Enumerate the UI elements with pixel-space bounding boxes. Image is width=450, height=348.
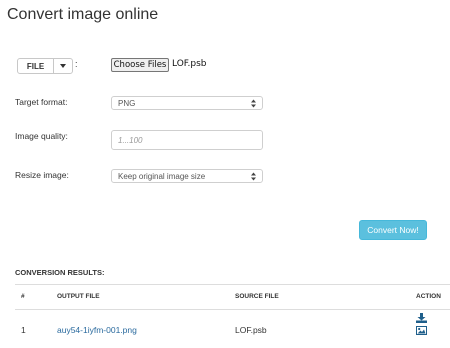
caret-down-icon <box>60 64 66 68</box>
source-dropdown-toggle[interactable] <box>54 59 72 73</box>
output-file-link[interactable]: auy54-1iyfm-001.png <box>57 325 137 335</box>
table-row: 1 auy54-1iyfm-001.png LOF.psb <box>15 310 450 348</box>
image-quality-placeholder: 1...100 <box>118 135 143 145</box>
download-icon[interactable] <box>416 313 427 323</box>
page-title: Convert image online <box>7 6 159 23</box>
table-header: # OUTPUT FILE SOURCE FILE ACTION <box>15 284 450 310</box>
image-quality-input[interactable]: 1...100 <box>111 130 263 150</box>
target-format-select[interactable]: PNG <box>111 96 263 110</box>
file-source-button[interactable]: FILE <box>18 59 54 73</box>
resize-image-label: Resize image: <box>15 170 69 180</box>
conversion-results-heading: CONVERSION RESULTS: <box>15 268 105 277</box>
resize-image-value: Keep original image size <box>118 171 206 181</box>
choose-files-button[interactable]: Choose Files <box>111 58 169 72</box>
target-format-label: Target format: <box>15 97 68 107</box>
column-header-number: # <box>21 293 25 300</box>
source-colon: : <box>75 59 78 69</box>
column-header-source-file: SOURCE FILE <box>235 293 279 300</box>
column-header-output-file: OUTPUT FILE <box>57 293 100 300</box>
column-header-action: ACTION <box>416 293 441 300</box>
row-number: 1 <box>21 325 26 335</box>
target-format-value: PNG <box>118 98 136 108</box>
select-arrows-icon <box>251 99 256 108</box>
image-quality-label: Image quality: <box>15 131 68 141</box>
row-actions <box>416 313 427 335</box>
source-file-name: LOF.psb <box>235 325 267 335</box>
results-table: # OUTPUT FILE SOURCE FILE ACTION 1 auy54… <box>15 284 450 348</box>
select-arrows-icon <box>251 172 256 181</box>
resize-image-select[interactable]: Keep original image size <box>111 169 263 183</box>
convert-now-button[interactable]: Convert Now! <box>359 220 427 240</box>
image-icon[interactable] <box>416 326 427 335</box>
selected-file-name: LOF.psb <box>172 59 207 69</box>
source-button-group[interactable]: FILE <box>17 58 73 74</box>
